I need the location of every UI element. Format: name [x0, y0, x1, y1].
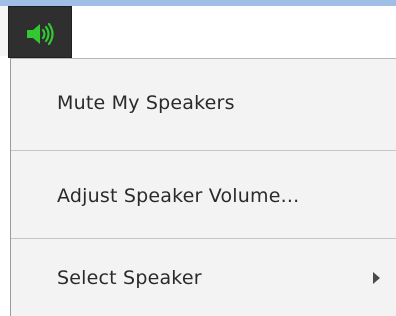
- speaker-button[interactable]: [8, 6, 72, 58]
- menu-item-mute-my-speakers[interactable]: Mute My Speakers: [11, 59, 396, 147]
- speaker-dropdown-menu: Mute My Speakers Adjust Speaker Volume..…: [10, 58, 396, 316]
- speaker-menu-screen: Mute My Speakers Adjust Speaker Volume..…: [0, 0, 396, 316]
- menu-item-adjust-speaker-volume[interactable]: Adjust Speaker Volume...: [11, 152, 396, 240]
- menu-item-label: Mute My Speakers: [57, 92, 235, 114]
- speaker-volume-icon: [27, 22, 54, 46]
- chevron-right-icon: [373, 272, 380, 284]
- menu-item-select-speaker[interactable]: Select Speaker: [11, 239, 396, 316]
- toolbar-background: [0, 6, 8, 56]
- menu-item-label: Adjust Speaker Volume...: [57, 185, 300, 207]
- menu-separator: [11, 150, 396, 151]
- menu-item-label: Select Speaker: [57, 267, 202, 289]
